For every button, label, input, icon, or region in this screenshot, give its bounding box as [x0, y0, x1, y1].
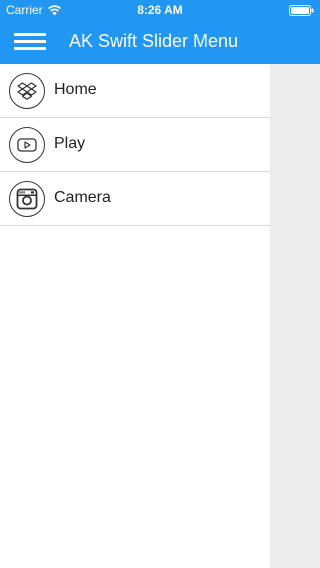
- top-bar: Carrier 8:26 AM AK Swift Slider Menu: [0, 0, 320, 64]
- dropbox-icon: [9, 73, 45, 109]
- instagram-camera-icon: [9, 181, 45, 217]
- app-screen: Carrier 8:26 AM AK Swift Slider Menu Hom…: [0, 0, 320, 568]
- menu-item-label: Camera: [54, 189, 111, 206]
- battery-icon: [289, 5, 314, 16]
- hamburger-menu-button[interactable]: [14, 31, 46, 53]
- hamburger-line: [14, 47, 46, 50]
- menu-item-label: Play: [54, 135, 86, 152]
- page-title: AK Swift Slider Menu: [69, 31, 239, 51]
- menu-item-camera[interactable]: Camera: [0, 172, 270, 226]
- youtube-play-icon: [9, 127, 45, 163]
- hamburger-line: [14, 40, 46, 43]
- hamburger-line: [14, 33, 46, 36]
- status-time: 8:26 AM: [137, 3, 183, 17]
- menu-item-home[interactable]: Home: [0, 64, 270, 118]
- status-bar: Carrier 8:26 AM: [0, 0, 320, 20]
- menu-item-play[interactable]: Play: [0, 118, 270, 172]
- slider-menu-panel: Home Play Camera: [0, 64, 270, 568]
- menu-item-label: Home: [54, 81, 97, 98]
- navigation-bar: AK Swift Slider Menu: [0, 20, 320, 64]
